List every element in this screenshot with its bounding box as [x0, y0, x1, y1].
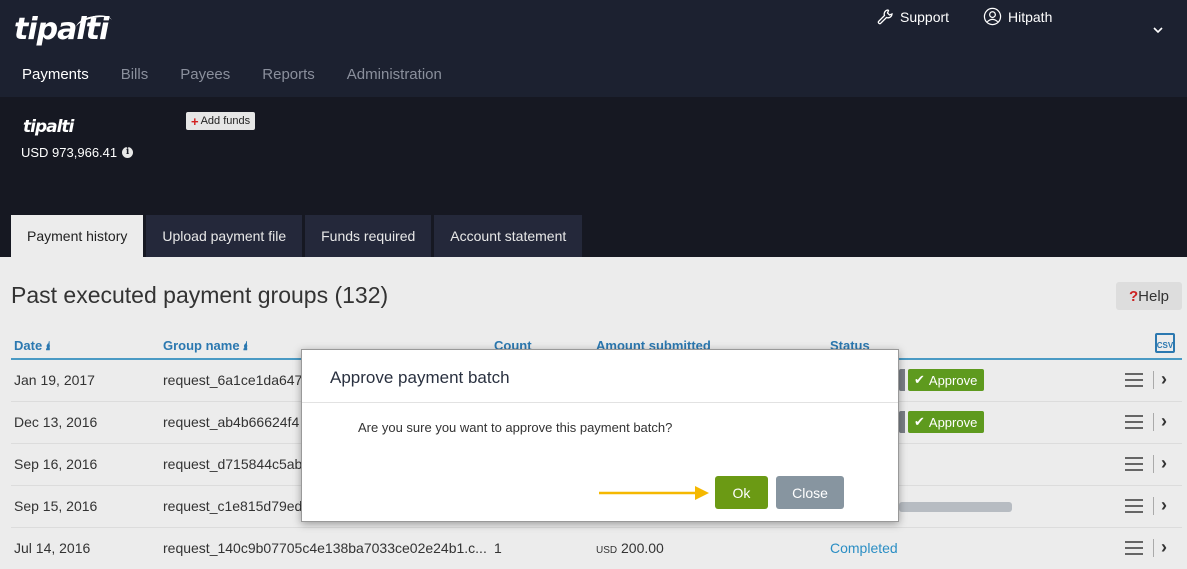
nav-payments[interactable]: Payments — [6, 62, 105, 100]
row-divider — [1153, 455, 1154, 473]
hamburger-icon[interactable] — [1125, 541, 1143, 555]
approve-split[interactable] — [899, 411, 905, 433]
tab-account-statement[interactable]: Account statement — [434, 215, 583, 257]
chevron-right-icon[interactable]: › — [1161, 411, 1167, 432]
help-button[interactable]: ? Help — [1116, 282, 1182, 310]
tab-funds-required[interactable]: Funds required — [305, 215, 432, 257]
info-icon[interactable]: i — [122, 147, 134, 158]
top-header: tipalti Support Hitpath Payments Bills P… — [0, 0, 1187, 100]
nav-administration[interactable]: Administration — [331, 62, 458, 100]
annotation-arrow-icon — [599, 486, 709, 500]
add-funds-button[interactable]: + Add funds — [186, 112, 256, 130]
chevron-right-icon[interactable]: › — [1161, 537, 1167, 558]
user-menu[interactable]: Hitpath — [983, 7, 1052, 26]
balance-value: USD 973,966.41 — [21, 145, 118, 160]
support-label: Support — [900, 9, 950, 25]
approve-split[interactable] — [899, 369, 905, 391]
modal-message: Are you sure you want to approve this pa… — [358, 420, 673, 435]
main-nav: Payments Bills Payees Reports Administra… — [6, 62, 458, 100]
hamburger-icon[interactable] — [1125, 457, 1143, 471]
check-icon: ✔ — [914, 372, 925, 387]
account-balance: USD 973,966.41 i — [21, 145, 134, 160]
row-date: Dec 13, 2016 — [14, 414, 98, 430]
csv-export-icon[interactable]: CSV — [1155, 333, 1175, 353]
user-icon — [983, 7, 1002, 26]
close-button[interactable]: Close — [776, 476, 844, 509]
row-amount: USD 200.00 — [596, 540, 664, 556]
row-date: Sep 15, 2016 — [14, 498, 98, 514]
row-group-name[interactable]: request_c1e815d79ed — [163, 498, 302, 514]
payment-tabs: Payment history Upload payment file Fund… — [11, 215, 583, 257]
row-divider — [1153, 371, 1154, 389]
approve-button[interactable]: ✔ Approve — [908, 369, 985, 391]
filter-icon: 🖠 — [45, 338, 51, 353]
progress-bar — [899, 502, 1012, 512]
account-logo: tipalti — [23, 117, 74, 137]
filter-icon: 🖠 — [243, 338, 249, 353]
row-group-name[interactable]: request_ab4b66624f4 — [163, 414, 299, 430]
page-title: Past executed payment groups (132) — [11, 282, 389, 308]
chevron-down-icon[interactable] — [1153, 27, 1163, 34]
row-date: Jul 14, 2016 — [14, 540, 91, 556]
row-group-name[interactable]: request_140c9b07705c4e138ba7033ce02e24b1… — [163, 540, 487, 556]
nav-payees[interactable]: Payees — [164, 62, 246, 100]
row-divider — [1153, 497, 1154, 515]
check-icon: ✔ — [914, 414, 925, 429]
tab-payment-history[interactable]: Payment history — [11, 215, 144, 257]
row-group-name[interactable]: request_6a1ce1da647 — [163, 372, 302, 388]
chevron-right-icon[interactable]: › — [1161, 369, 1167, 390]
tab-upload-payment-file[interactable]: Upload payment file — [146, 215, 303, 257]
modal-divider — [302, 402, 898, 403]
chevron-right-icon[interactable]: › — [1161, 495, 1167, 516]
user-name: Hitpath — [1008, 8, 1053, 25]
table-row[interactable]: Jul 14, 2016 request_140c9b07705c4e138ba… — [11, 527, 1182, 569]
hamburger-icon[interactable] — [1125, 373, 1143, 387]
ok-button[interactable]: Ok — [715, 476, 768, 509]
support-link[interactable]: Support — [876, 8, 949, 26]
approve-button[interactable]: ✔ Approve — [908, 411, 985, 433]
add-funds-label: Add funds — [200, 115, 251, 127]
row-date: Jan 19, 2017 — [14, 372, 95, 388]
nav-bills[interactable]: Bills — [105, 62, 165, 100]
row-divider — [1153, 539, 1154, 557]
row-currency: USD — [596, 545, 618, 556]
wrench-icon — [877, 9, 893, 25]
header-date[interactable]: Date 🖠 — [14, 338, 51, 354]
help-label: Help — [1138, 287, 1170, 305]
tipalti-logo[interactable]: tipalti — [14, 12, 114, 47]
header-group-name[interactable]: Group name 🖠 — [163, 338, 248, 354]
modal-title: Approve payment batch — [330, 368, 510, 387]
row-status[interactable]: Completed — [830, 540, 898, 556]
row-count: 1 — [494, 540, 502, 556]
chevron-right-icon[interactable]: › — [1161, 453, 1167, 474]
plus-icon: + — [191, 113, 199, 129]
row-date: Sep 16, 2016 — [14, 456, 98, 472]
question-icon: ? — [1128, 287, 1139, 305]
nav-reports[interactable]: Reports — [246, 62, 331, 100]
row-divider — [1153, 413, 1154, 431]
hamburger-icon[interactable] — [1125, 415, 1143, 429]
hamburger-icon[interactable] — [1125, 499, 1143, 513]
row-group-name[interactable]: request_d715844c5ab — [163, 456, 302, 472]
